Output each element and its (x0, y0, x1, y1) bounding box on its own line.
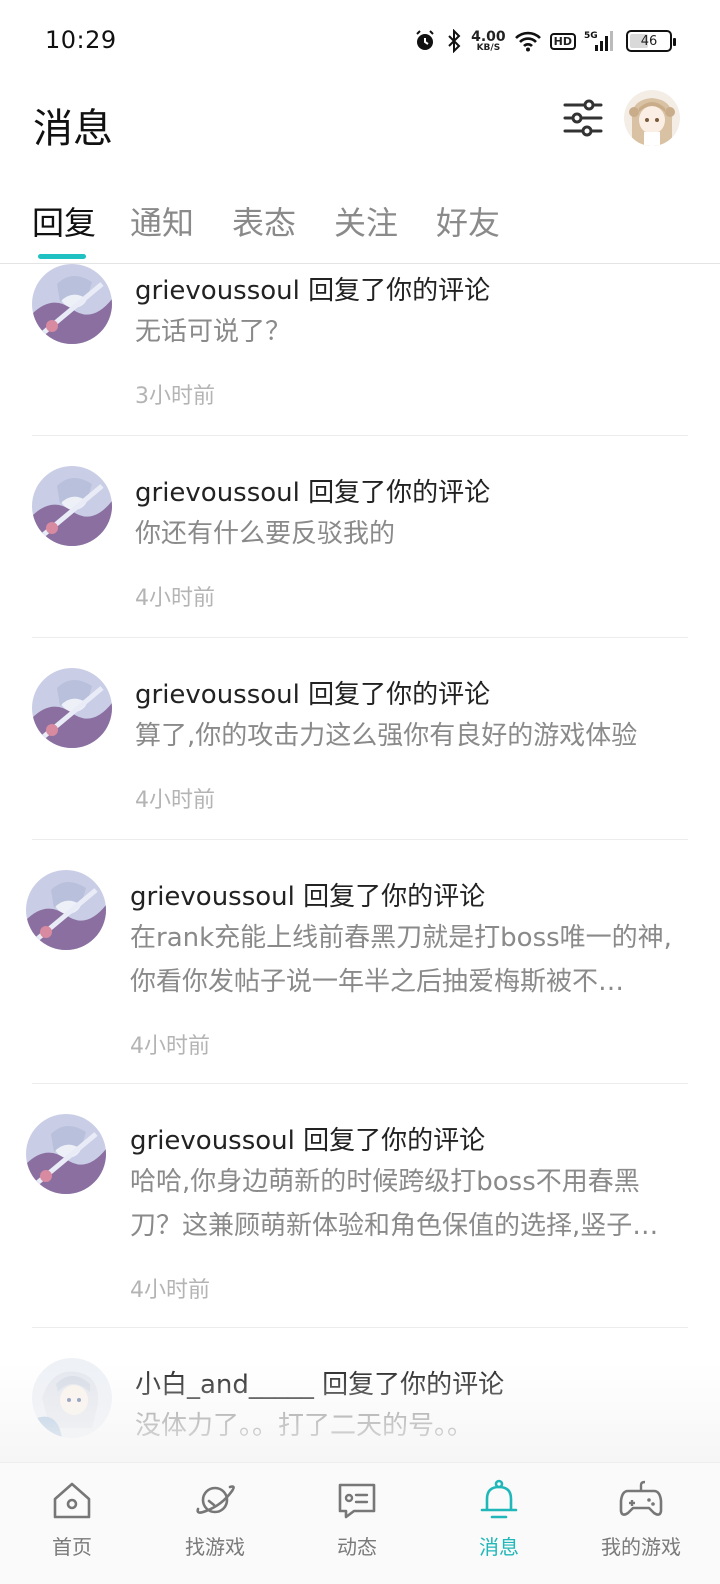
message-time: 4小时前 (130, 1034, 210, 1059)
message-title: grievoussoul 回复了你的评论 (130, 1126, 486, 1156)
tab-notice[interactable]: 通知 (130, 198, 194, 244)
message-title: grievoussoul 回复了你的评论 (135, 478, 491, 508)
planet-icon (196, 1485, 235, 1514)
avatar[interactable] (26, 1114, 106, 1194)
net-speed-value: 4.00 (471, 28, 506, 45)
alarm-icon (413, 29, 437, 53)
message-body: 算了,你的攻击力这么强你有良好的游戏体验 (135, 721, 638, 751)
avatar[interactable] (32, 1358, 112, 1438)
nav-home[interactable]: 首页 (12, 1477, 132, 1577)
wifi-icon (514, 30, 542, 52)
gamepad-icon (619, 1480, 663, 1516)
message-title: grievoussoul 回复了你的评论 (130, 882, 486, 912)
nav-feed-label: 动态 (337, 1535, 377, 1559)
sliders-icon (563, 99, 603, 137)
message-list: grievoussoul 回复了你的评论 无话可说了？ 3小时前 grievou… (0, 264, 720, 1462)
tab-indicator (38, 254, 86, 259)
list-item[interactable]: grievoussoul 回复了你的评论 算了,你的攻击力这么强你有良好的游戏体… (0, 638, 720, 840)
battery-level: 46 (640, 33, 658, 49)
battery-indicator: 46 (626, 30, 676, 52)
status-icons: 4.00 KB/S HD 5G 46 (413, 26, 676, 56)
list-item[interactable]: grievoussoul 回复了你的评论 在rank充能上线前春黑刀就是打bos… (0, 840, 720, 1084)
tab-bar: 回复 通知 表态 关注 好友 (0, 188, 720, 264)
my-avatar[interactable] (624, 90, 680, 146)
nav-messages-label: 消息 (479, 1535, 519, 1559)
message-time: 4小时前 (135, 586, 215, 611)
status-bar: 10:29 4.00 KB/S HD 5G 46 (0, 0, 720, 82)
message-time: 4小时前 (135, 788, 215, 813)
bell-icon (480, 1479, 518, 1519)
hd-badge: HD (549, 32, 576, 50)
message-body: 没体力了。。打了二天的号。。 (135, 1411, 474, 1441)
list-item[interactable]: grievoussoul 回复了你的评论 哈哈,你身边萌新的时候跨级打boss不… (0, 1084, 720, 1328)
list-item[interactable]: grievoussoul 回复了你的评论 无话可说了？ 3小时前 (0, 264, 720, 436)
net-speed-unit: KB/S (476, 42, 501, 53)
bluetooth-icon (445, 29, 463, 53)
avatar[interactable] (26, 870, 106, 950)
nav-home-label: 首页 (52, 1535, 92, 1559)
message-body: 在rank充能上线前春黑刀就是打boss唯一的神,你看你发帖子说一年半之后抽爱梅… (130, 923, 672, 997)
message-body: 你还有什么要反驳我的 (135, 519, 396, 549)
feed-icon (338, 1483, 376, 1519)
nav-my-games-label: 我的游戏 (601, 1535, 681, 1559)
list-item[interactable]: 小白_and_____ 回复了你的评论 没体力了。。打了二天的号。。 (0, 1328, 720, 1462)
net-speed: 4.00 KB/S (471, 30, 506, 53)
nav-find-games[interactable]: 找游戏 (155, 1477, 275, 1577)
header: 消息 (0, 82, 720, 168)
nav-my-games[interactable]: 我的游戏 (581, 1477, 701, 1577)
tab-follow[interactable]: 关注 (334, 198, 398, 244)
avatar[interactable] (32, 264, 112, 344)
message-title: 小白_and_____ 回复了你的评论 (135, 1370, 505, 1400)
avatar[interactable] (32, 668, 112, 748)
nav-messages[interactable]: 消息 (439, 1477, 559, 1577)
nav-feed[interactable]: 动态 (297, 1477, 417, 1577)
signal-icon: 5G (584, 29, 614, 53)
filter-button[interactable] (562, 96, 604, 140)
page-title: 消息 (33, 106, 113, 152)
message-body: 哈哈,你身边萌新的时候跨级打boss不用春黑刀？这兼顾萌新体验和角色保值的选择,… (130, 1167, 659, 1241)
message-time: 4小时前 (130, 1278, 210, 1303)
tab-friends[interactable]: 好友 (436, 198, 500, 244)
message-title: grievoussoul 回复了你的评论 (135, 276, 491, 306)
message-title: grievoussoul 回复了你的评论 (135, 680, 491, 710)
nav-find-games-label: 找游戏 (185, 1535, 245, 1559)
signal-text: 5G (584, 31, 598, 41)
tab-reply[interactable]: 回复 (32, 198, 96, 244)
bottom-nav: 首页 找游戏 动态 消息 我的游戏 (0, 1462, 720, 1584)
tab-reaction[interactable]: 表态 (232, 198, 296, 244)
message-time: 3小时前 (135, 384, 215, 409)
message-body: 无话可说了？ (135, 317, 292, 347)
avatar[interactable] (32, 466, 112, 546)
home-icon (53, 1482, 91, 1519)
list-item[interactable]: grievoussoul 回复了你的评论 你还有什么要反驳我的 4小时前 (0, 436, 720, 638)
status-time: 10:29 (45, 26, 117, 54)
